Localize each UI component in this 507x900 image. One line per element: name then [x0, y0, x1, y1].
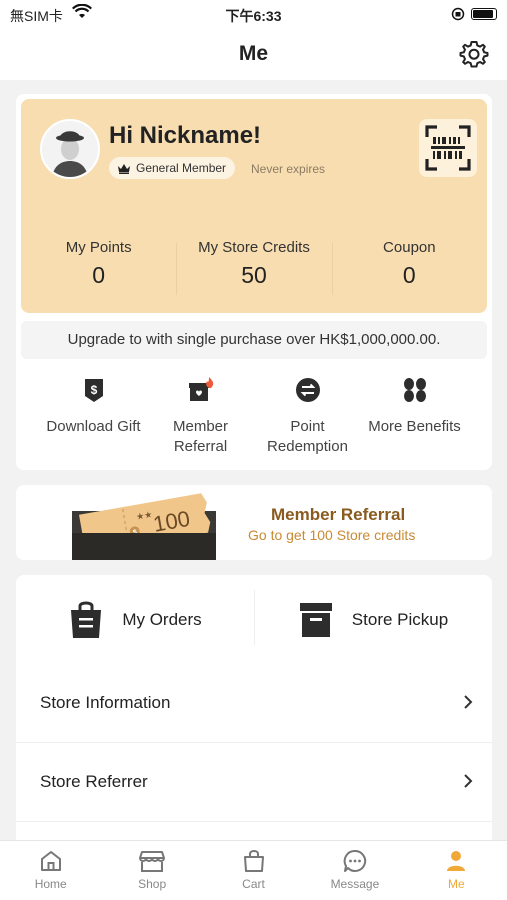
svg-text:$: $ [90, 383, 97, 397]
benefit-member-referral[interactable]: Member Referral [147, 364, 254, 464]
stat-value: 0 [92, 262, 106, 288]
list-item-label: Store Information [40, 693, 171, 712]
tab-label: Cart [242, 877, 265, 891]
my-orders-button[interactable]: My Orders [16, 575, 254, 665]
battery-icon [471, 8, 497, 20]
list-item-store-referrer[interactable]: Store Referrer [16, 744, 492, 822]
cart-icon [243, 850, 264, 872]
benefit-download-gift[interactable]: $ Download Gift [40, 364, 147, 464]
tab-home[interactable]: Home [0, 841, 101, 900]
grid-icon [403, 378, 426, 402]
shop-icon [139, 851, 166, 872]
stat-value: 0 [402, 262, 416, 288]
membership-expiry: Never expires [251, 162, 326, 176]
chevron-right-icon [464, 774, 473, 788]
benefit-more[interactable]: More Benefits [361, 364, 468, 464]
benefit-point-redemption[interactable]: Point Redemption [254, 364, 361, 464]
avatar-silhouette-icon [42, 121, 98, 177]
stat-store-credits[interactable]: My Store Credits 50 [176, 239, 331, 299]
tab-label: Me [447, 877, 465, 891]
benefit-label: Member Referral [172, 418, 228, 455]
store-pickup-label: Store Pickup [351, 610, 449, 629]
member-tier-label: General Member [136, 161, 227, 175]
bottom-tab-bar: Home Shop Cart Message Me [0, 840, 507, 900]
settings-gear-icon[interactable] [459, 39, 489, 69]
message-icon [343, 849, 367, 872]
member-stats: My Points 0 My Store Credits 50 Coupon 0 [21, 239, 487, 299]
home-icon [40, 851, 61, 871]
tab-cart[interactable]: Cart [203, 841, 304, 900]
benefits-row: $ Download Gift Member Referral Point Re… [16, 364, 492, 464]
benefit-label: Point Redemption [267, 418, 348, 455]
person-icon [447, 851, 466, 871]
upgrade-info: Upgrade to with single purchase over HK$… [21, 321, 487, 359]
orders-row: My Orders Store Pickup [16, 575, 492, 665]
tab-message[interactable]: Message [304, 841, 405, 900]
crown-icon [118, 163, 130, 174]
stat-label: Coupon [383, 239, 436, 256]
benefit-label: More Benefits [368, 418, 461, 435]
tab-label: Shop [138, 877, 167, 891]
chevron-right-icon [464, 695, 473, 709]
member-gold-panel: Hi Nickname! General Member Never expire… [21, 99, 487, 313]
orders-card: My Orders Store Pickup Store Information… [16, 575, 492, 845]
member-barcode-button[interactable] [419, 119, 477, 177]
benefit-label: Download Gift [46, 418, 141, 435]
member-card: Hi Nickname! General Member Never expire… [16, 94, 492, 470]
stat-coupon[interactable]: Coupon 0 [331, 239, 487, 299]
exchange-icon [295, 378, 320, 402]
list-item-label: Store Referrer [40, 772, 148, 791]
status-bar: 無SIM卡 下午6:33 [0, 0, 507, 30]
greeting-text: Hi Nickname! [109, 122, 262, 149]
stat-label: My Store Credits [198, 239, 310, 256]
store-box-icon [299, 603, 332, 637]
tab-shop[interactable]: Shop [101, 841, 202, 900]
referral-gift-icon [188, 377, 213, 401]
store-pickup-button[interactable]: Store Pickup [254, 575, 492, 665]
referral-title: Member Referral [271, 505, 406, 524]
my-orders-label: My Orders [122, 610, 202, 629]
referral-banner[interactable]: $ ★★ 100 Member Referral Go to get 100 S… [16, 485, 492, 560]
voucher-illustration: $ ★★ 100 [72, 493, 216, 560]
tab-me[interactable]: Me [406, 841, 507, 900]
list-item-store-information[interactable]: Store Information [16, 665, 492, 743]
member-tier-badge: General Member [109, 157, 236, 179]
stat-label: My Points [65, 239, 132, 256]
status-time: 下午6:33 [225, 8, 282, 24]
page-title: Me [238, 42, 269, 65]
referral-subtitle: Go to get 100 Store credits [248, 527, 416, 543]
shopping-bag-icon [71, 601, 102, 638]
avatar[interactable] [40, 119, 100, 179]
stat-points[interactable]: My Points 0 [21, 239, 176, 299]
rotation-lock-icon [451, 7, 465, 21]
tab-label: Home [34, 877, 67, 891]
gift-download-icon: $ [84, 379, 103, 402]
nav-bar: Me [0, 30, 507, 80]
tab-label: Message [330, 877, 380, 891]
stat-value: 50 [241, 262, 267, 288]
barcode-scan-icon [425, 125, 471, 171]
